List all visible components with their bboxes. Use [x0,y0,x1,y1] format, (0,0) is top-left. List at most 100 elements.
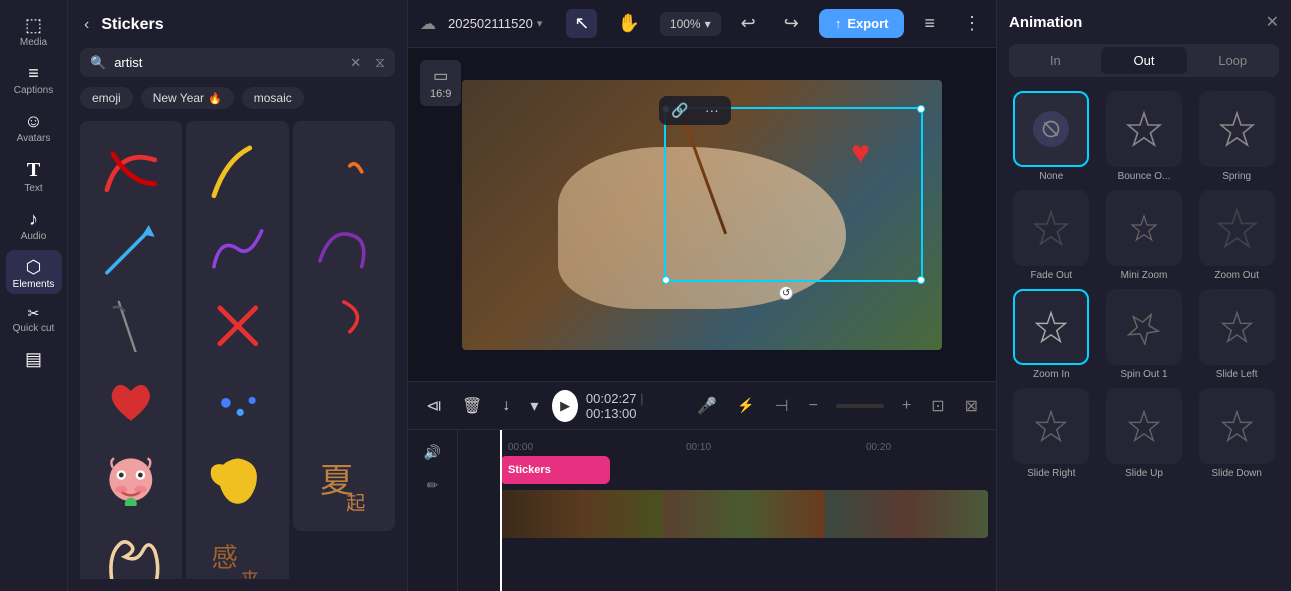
anim-preview-slideright [1013,388,1089,464]
sticker-item-15[interactable]: 夏 起 [293,429,395,531]
trim-button[interactable]: ⧏ [420,392,448,420]
ai-button[interactable]: ⚡ [731,393,760,418]
anim-item-none[interactable]: None [1009,91,1094,182]
elements-label: Elements [13,279,55,290]
anim-item-minizoom[interactable]: Mini Zoom [1102,190,1187,281]
sidebar-item-avatars[interactable]: ☺ Avatars [6,104,62,148]
close-animation-button[interactable]: ✕ [1266,12,1279,32]
clear-icon[interactable]: ✕ [350,55,361,71]
sidebar-item-elements[interactable]: ⬡ Elements [6,250,62,294]
tag-emoji[interactable]: emoji [80,87,133,109]
sidebar-item-media[interactable]: ⬚ Media [6,8,62,52]
sidebar-item-subtitles[interactable]: ▤ [6,342,62,375]
timeline-controls: ⧏ 🗑 ↓ ▾ ▶ 00:02:27 | 00:13:00 🎤 ⚡ ⊣ − [408,382,996,430]
anim-item-bounce[interactable]: Bounce O... [1102,91,1187,182]
anim-item-zoomout[interactable]: Zoom Out [1194,190,1279,281]
tab-in[interactable]: In [1012,47,1099,74]
anim-preview-minizoom [1106,190,1182,266]
anim-label-slideleft: Slide Left [1216,369,1258,380]
play-button[interactable]: ▶ [552,390,578,422]
audio-label: Audio [21,231,47,242]
anim-preview-bounce [1106,91,1182,167]
anim-item-slideright[interactable]: Slide Right [1009,388,1094,479]
anim-preview-spinout [1106,289,1182,365]
time-mark-0: 00:00 [508,442,533,453]
search-input[interactable] [114,55,342,70]
sticker-item-16[interactable] [80,506,182,579]
anim-preview-slideleft [1199,289,1275,365]
more-options-button[interactable]: ··· [701,100,723,120]
sticker-item-17[interactable]: 感 来 [186,506,288,579]
svg-text:起: 起 [346,493,365,515]
zoom-in-tl-button[interactable]: + [896,393,917,419]
delete-button[interactable]: 🗑 [456,392,488,420]
search-icon: 🔍 [90,55,106,71]
current-time: 00:02:27 | 00:13:00 [586,391,675,421]
back-button[interactable]: ‹ [80,12,93,38]
anim-item-slideleft[interactable]: Slide Left [1194,289,1279,380]
time-mark-10: 00:10 [686,442,711,453]
play-icon: ▶ [560,398,570,414]
tab-loop[interactable]: Loop [1189,47,1276,74]
stickers-sidebar: ‹ Stickers 🔍 ✕ ⧖ emoji New Year 🔥 mosaic [68,0,408,591]
anim-item-slideup[interactable]: Slide Up [1102,388,1187,479]
hand-tool-button[interactable]: ✋ [609,9,647,38]
aspect-ratio-badge[interactable]: ▭ 16:9 [420,60,461,106]
elements-icon: ⬡ [26,258,42,276]
video-clip[interactable] [500,490,988,538]
quickcut-label: Quick cut [13,323,55,334]
fit-button[interactable]: ⊡ [925,392,950,420]
canvas-container: ♥ ↺ 🔗 ··· [462,80,942,350]
anim-preview-spring [1199,91,1275,167]
anim-item-zoomin[interactable]: Zoom In [1009,289,1094,380]
sidebar-header: ‹ Stickers [80,12,395,38]
volume-button[interactable]: 🔊 [418,438,447,467]
sidebar-item-quickcut[interactable]: ✂ Quick cut [6,298,62,338]
anim-label-bounce: Bounce O... [1118,171,1171,182]
anim-item-spinout[interactable]: Spin Out 1 [1102,289,1187,380]
chevron-down-icon: ▾ [705,17,711,31]
anim-label-spring: Spring [1222,171,1251,182]
chevron-down-icon: ▾ [537,17,543,30]
microphone-button[interactable]: 🎤 [691,392,723,420]
download-button[interactable]: ↓ [496,393,516,419]
link-button[interactable]: 🔗 [667,100,692,121]
anim-label-slideright: Slide Right [1027,468,1075,479]
split-button[interactable]: ⊣ [769,392,795,420]
sidebar-item-captions[interactable]: ≡ Captions [6,56,62,100]
sticker-clip[interactable]: Stickers [500,456,610,484]
zoom-level-button[interactable]: 100% ▾ [660,12,721,36]
zoom-out-tl-button[interactable]: − [803,393,824,419]
canvas-area: ▭ 16:9 ♥ ↺ [408,48,996,381]
tab-out[interactable]: Out [1101,47,1188,74]
tag-row: emoji New Year 🔥 mosaic [80,87,395,109]
quickcut-icon: ✂ [28,306,40,320]
sidebar-title: Stickers [101,16,163,34]
main-area: ☁ 202502111520 ▾ ↖ ✋ 100% ▾ ↩ ↪ ↑ Export… [408,0,996,591]
sidebar-item-text[interactable]: T Text [6,152,62,198]
anim-item-slidedown[interactable]: Slide Down [1194,388,1279,479]
filter-icon[interactable]: ⧖ [375,54,385,71]
tag-mosaic[interactable]: mosaic [242,87,304,109]
project-name[interactable]: 202502111520 ▾ [448,16,542,31]
dropdown-button[interactable]: ▾ [524,392,544,420]
select-tool-button[interactable]: ↖ [566,9,597,38]
anim-item-fade[interactable]: Fade Out [1009,190,1094,281]
more-button[interactable]: ⋮ [955,9,989,38]
none-circle [1033,111,1069,147]
tag-newyear[interactable]: New Year 🔥 [141,87,234,109]
export-button[interactable]: ↑ Export [819,9,905,38]
sidebar-item-audio[interactable]: ♪ Audio [6,202,62,246]
undo-button[interactable]: ↩ [733,9,764,38]
timeline-tracks: 00:00 00:10 00:20 00:30 Stickers [458,430,996,591]
media-icon: ⬚ [25,16,42,34]
menu-button[interactable]: ≡ [916,9,943,38]
redo-button[interactable]: ↪ [776,9,807,38]
anim-label-slidedown: Slide Down [1211,468,1262,479]
animation-header: Animation ✕ [1009,12,1279,32]
edit-button[interactable]: ✏ [421,471,445,500]
timeline: ⧏ 🗑 ↓ ▾ ▶ 00:02:27 | 00:13:00 🎤 ⚡ ⊣ − [408,381,996,591]
anim-item-spring[interactable]: Spring [1194,91,1279,182]
fullscreen-button[interactable]: ⊠ [959,392,984,420]
anim-preview-zoomin [1013,289,1089,365]
